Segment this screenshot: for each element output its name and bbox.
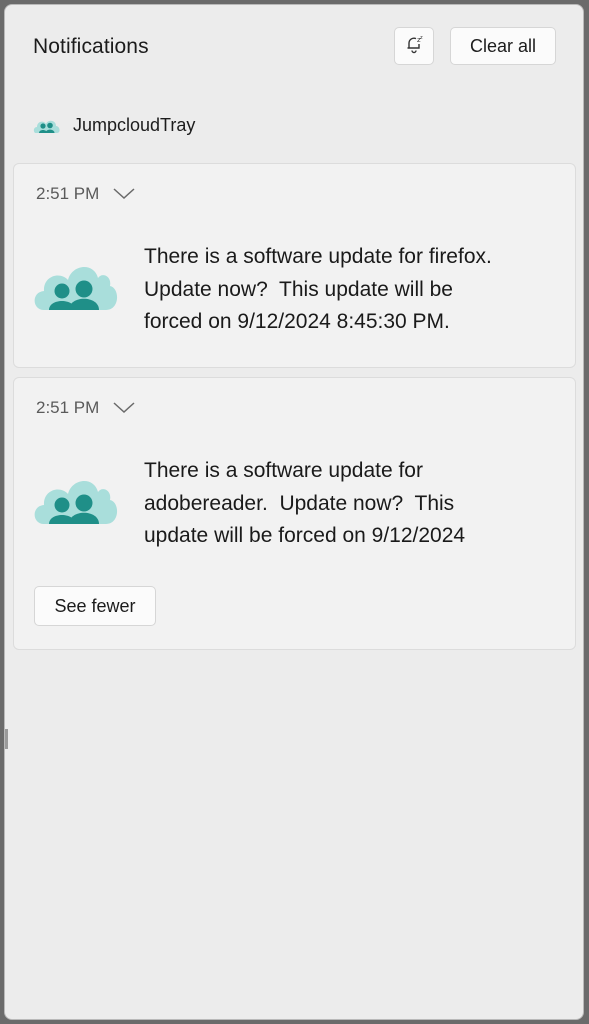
app-name-label: JumpcloudTray <box>73 114 196 135</box>
jumpcloud-icon <box>32 258 118 316</box>
notification-header: Notifications z z Clear all <box>5 5 583 89</box>
notification-center-panel: Notifications z z Clear all JumpcloudTra… <box>4 4 584 1020</box>
resize-edge <box>5 729 8 749</box>
snooze-bell-icon: z z <box>404 34 424 59</box>
notification-card[interactable]: 2:51 PM There is a software update for f… <box>13 163 576 368</box>
notification-time: 2:51 PM <box>36 398 100 417</box>
chevron-down-icon <box>113 401 135 415</box>
notification-card[interactable]: 2:51 PM There is a software update for a… <box>13 377 576 650</box>
notification-time-toggle[interactable]: 2:51 PM <box>36 398 135 418</box>
svg-text:z: z <box>420 35 423 41</box>
app-group-header: JumpcloudTray <box>33 111 195 139</box>
notification-time-toggle[interactable]: 2:51 PM <box>36 184 135 204</box>
see-fewer-button[interactable]: See fewer <box>34 586 156 626</box>
notification-time: 2:51 PM <box>36 184 100 203</box>
jumpcloud-icon <box>33 115 61 135</box>
do-not-disturb-button[interactable]: z z <box>394 27 434 65</box>
chevron-down-icon <box>113 187 135 201</box>
page-title: Notifications <box>33 35 149 58</box>
jumpcloud-icon <box>32 472 118 530</box>
notification-message: There is a software update for firefox. … <box>144 245 492 333</box>
notification-message: There is a software update for adoberead… <box>144 459 466 547</box>
clear-all-button[interactable]: Clear all <box>450 27 556 65</box>
